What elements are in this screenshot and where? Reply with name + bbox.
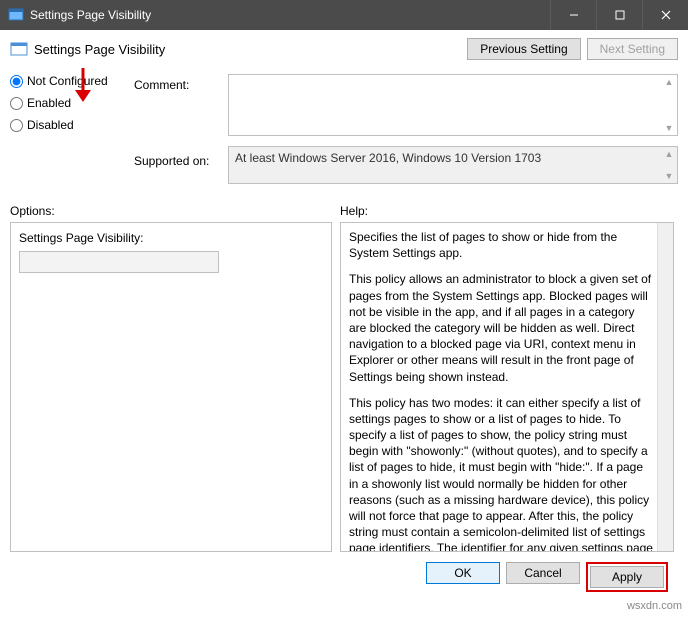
help-paragraph: This policy allows an administrator to b… bbox=[349, 271, 655, 384]
app-icon bbox=[8, 7, 24, 23]
scroll-up-icon[interactable]: ▲ bbox=[663, 77, 675, 87]
options-pane: Settings Page Visibility: bbox=[10, 222, 332, 552]
page-title: Settings Page Visibility bbox=[34, 42, 467, 57]
annotation-highlight: Apply bbox=[586, 562, 668, 592]
radio-enabled-label: Enabled bbox=[27, 96, 71, 110]
apply-button[interactable]: Apply bbox=[590, 566, 664, 588]
radio-disabled-input[interactable] bbox=[10, 119, 23, 132]
options-label: Options: bbox=[10, 204, 340, 218]
comment-label: Comment: bbox=[134, 74, 224, 92]
radio-not-configured[interactable]: Not Configured bbox=[10, 74, 130, 88]
radio-not-configured-input[interactable] bbox=[10, 75, 23, 88]
options-field-label: Settings Page Visibility: bbox=[19, 231, 323, 245]
radio-enabled-input[interactable] bbox=[10, 97, 23, 110]
scroll-up-icon: ▲ bbox=[663, 149, 675, 159]
title-bar: Settings Page Visibility bbox=[0, 0, 688, 30]
radio-disabled-label: Disabled bbox=[27, 118, 74, 132]
help-pane: Specifies the list of pages to show or h… bbox=[340, 222, 674, 552]
supported-on-label: Supported on: bbox=[134, 146, 224, 168]
window-title: Settings Page Visibility bbox=[30, 8, 550, 22]
previous-setting-button[interactable]: Previous Setting bbox=[467, 38, 580, 60]
radio-enabled[interactable]: Enabled bbox=[10, 96, 130, 110]
next-setting-button: Next Setting bbox=[587, 38, 678, 60]
scroll-down-icon: ▼ bbox=[663, 171, 675, 181]
help-label: Help: bbox=[340, 204, 368, 218]
radio-disabled[interactable]: Disabled bbox=[10, 118, 130, 132]
supported-on-text: At least Windows Server 2016, Windows 10… bbox=[228, 146, 678, 184]
scroll-down-icon[interactable]: ▼ bbox=[663, 123, 675, 133]
radio-not-configured-label: Not Configured bbox=[27, 74, 108, 88]
minimize-button[interactable] bbox=[550, 0, 596, 30]
maximize-button[interactable] bbox=[596, 0, 642, 30]
help-scrollbar[interactable] bbox=[657, 223, 673, 551]
cancel-button[interactable]: Cancel bbox=[506, 562, 580, 584]
state-radio-group: Not Configured Enabled Disabled bbox=[10, 74, 130, 140]
policy-icon bbox=[10, 40, 28, 58]
ok-button[interactable]: OK bbox=[426, 562, 500, 584]
help-paragraph: This policy has two modes: it can either… bbox=[349, 395, 655, 552]
watermark-text: wsxdn.com bbox=[627, 600, 682, 612]
settings-page-visibility-input bbox=[19, 251, 219, 273]
close-button[interactable] bbox=[642, 0, 688, 30]
supported-on-value: At least Windows Server 2016, Windows 10… bbox=[235, 151, 541, 165]
comment-textarea[interactable]: ▲ ▼ bbox=[228, 74, 678, 136]
help-paragraph: Specifies the list of pages to show or h… bbox=[349, 229, 655, 261]
